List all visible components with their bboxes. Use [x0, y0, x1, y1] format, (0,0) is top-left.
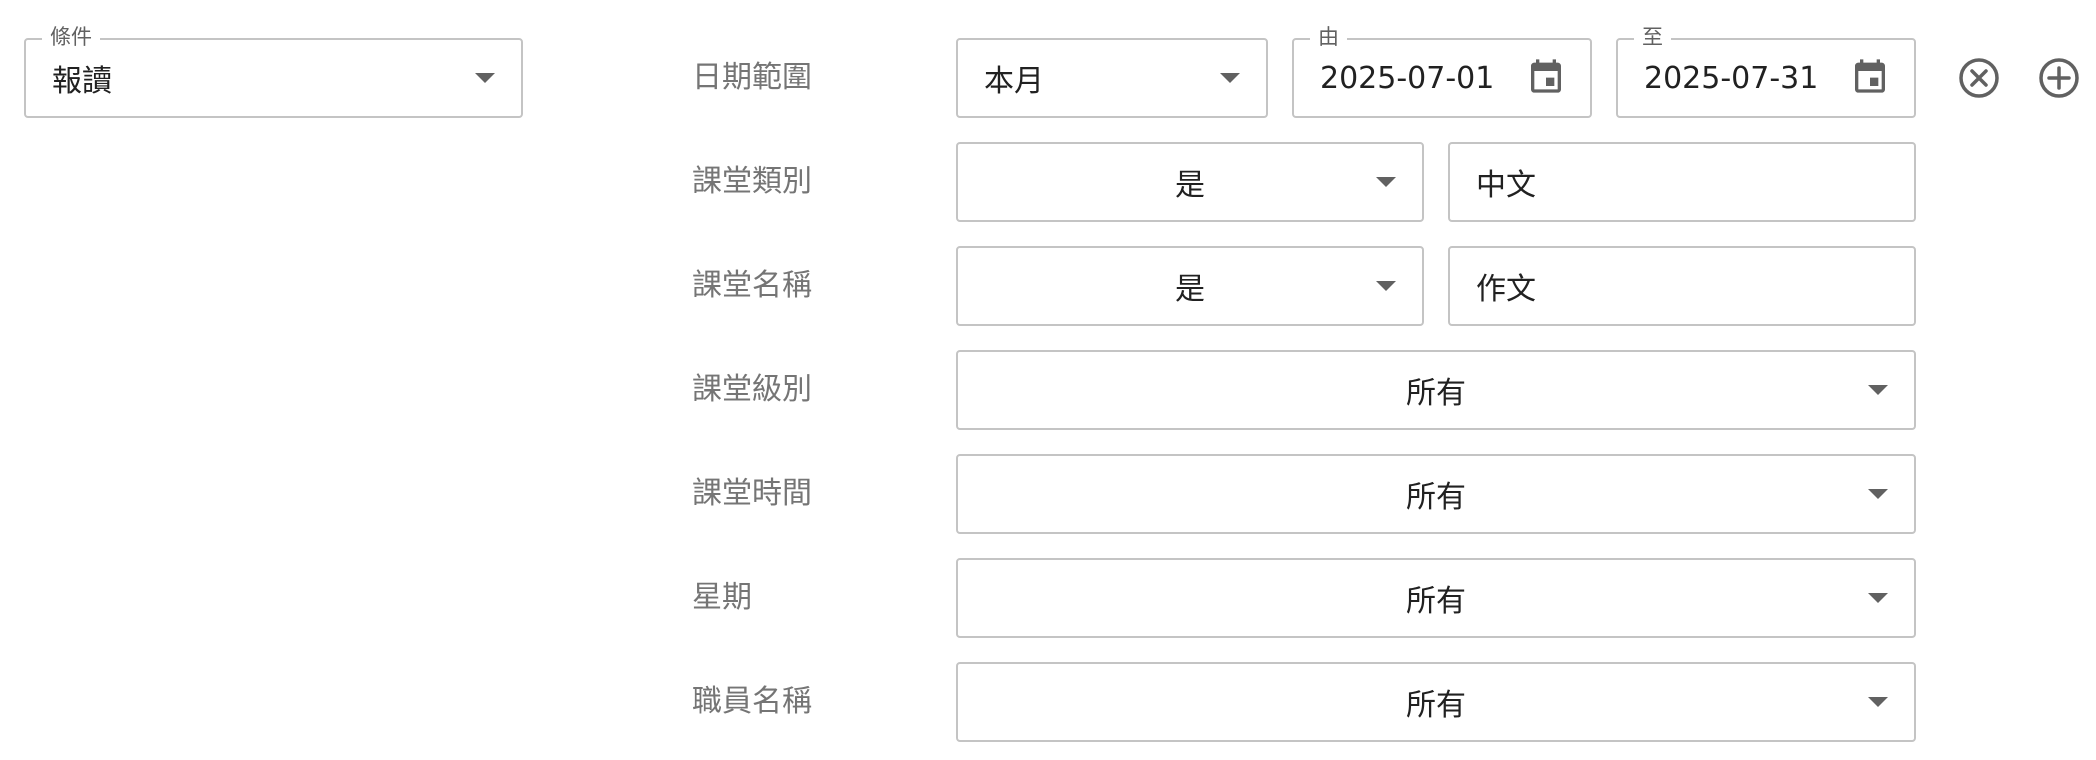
class-category-input-value: 中文: [1476, 168, 1536, 203]
staff-name-value: 所有: [1406, 688, 1466, 723]
caret-down-icon: [1868, 489, 1888, 499]
weekday-select[interactable]: 所有: [956, 558, 1916, 638]
weekday-label: 星期: [692, 580, 752, 615]
class-name-operator-select[interactable]: 是: [956, 246, 1424, 326]
class-time-select[interactable]: 所有: [956, 454, 1916, 534]
class-category-operator-value: 是: [1175, 168, 1205, 203]
calendar-icon[interactable]: [1850, 56, 1890, 96]
remove-circle-icon[interactable]: [1957, 56, 2001, 100]
caret-down-icon: [1868, 697, 1888, 707]
staff-name-label: 職員名稱: [692, 684, 812, 719]
staff-name-select[interactable]: 所有: [956, 662, 1916, 742]
condition-select[interactable]: 條件 報讀: [24, 25, 523, 118]
caret-down-icon: [1376, 177, 1396, 187]
class-time-value: 所有: [1406, 480, 1466, 515]
date-period-select[interactable]: 本月: [956, 38, 1268, 118]
class-name-input[interactable]: 作文: [1448, 246, 1916, 326]
class-level-value: 所有: [1406, 376, 1466, 411]
class-category-input[interactable]: 中文: [1448, 142, 1916, 222]
class-name-label: 課堂名稱: [692, 268, 812, 303]
date-from-field[interactable]: 由 2025-07-01: [1292, 25, 1592, 118]
add-circle-icon[interactable]: [2037, 56, 2081, 100]
weekday-value: 所有: [1406, 584, 1466, 619]
caret-down-icon: [1868, 593, 1888, 603]
caret-down-icon: [475, 73, 495, 83]
class-level-label: 課堂級別: [692, 372, 812, 407]
caret-down-icon: [1868, 385, 1888, 395]
condition-value: 報讀: [52, 64, 112, 99]
calendar-icon[interactable]: [1526, 56, 1566, 96]
class-category-operator-select[interactable]: 是: [956, 142, 1424, 222]
date-from-value: 2025-07-01: [1320, 60, 1495, 96]
class-name-operator-value: 是: [1175, 272, 1205, 307]
class-name-input-value: 作文: [1476, 272, 1536, 307]
date-range-label: 日期範圍: [692, 60, 812, 95]
date-to-field[interactable]: 至 2025-07-31: [1616, 25, 1916, 118]
caret-down-icon: [1376, 281, 1396, 291]
class-level-select[interactable]: 所有: [956, 350, 1916, 430]
date-to-value: 2025-07-31: [1644, 60, 1819, 96]
class-category-label: 課堂類別: [692, 164, 812, 199]
caret-down-icon: [1220, 73, 1240, 83]
date-period-value: 本月: [984, 64, 1044, 99]
class-time-label: 課堂時間: [692, 476, 812, 511]
